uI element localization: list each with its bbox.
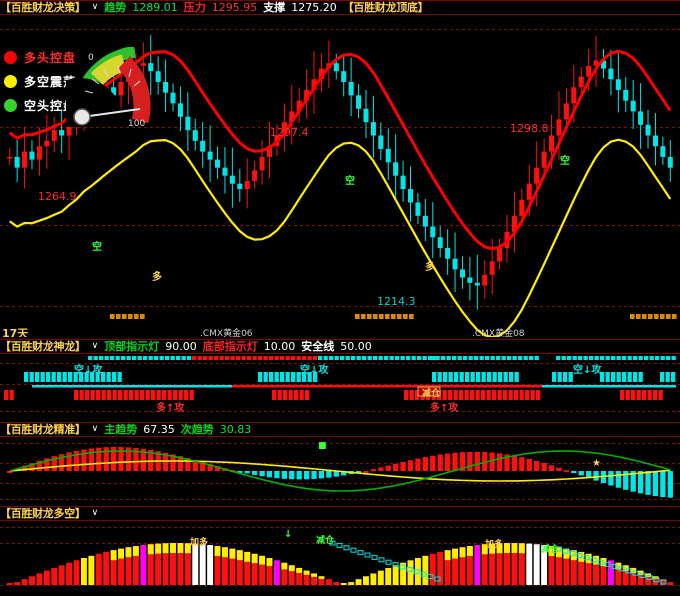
panel1-value-resistance: 1295.95: [211, 1, 258, 14]
panel2-mark-short-attack-1: 空↓攻: [74, 365, 103, 376]
days-counter-label: 17天: [2, 327, 29, 337]
symbol-label-cmx06: .CMX黄金06: [200, 329, 253, 337]
panel1-label-resistance: 压力: [183, 1, 206, 14]
panel2-value-bottom-light: 10.00: [263, 340, 296, 353]
panel1-title-secondary[interactable]: 【百胜财龙顶底】: [343, 1, 429, 14]
panel3-mark-green-box: ■: [318, 441, 327, 451]
panel1-label-trend: 趋势: [104, 1, 127, 14]
panel4-title[interactable]: 【百胜财龙多空】: [0, 507, 86, 520]
price-label-1298: 1298.8: [510, 122, 549, 135]
symbol-label-cmx08: .CMX黄金08: [472, 329, 525, 337]
panel2-chevron-down-icon[interactable]: ∨: [92, 340, 99, 353]
gauge-dial: 0 100: [66, 47, 151, 127]
panel2-header-bar[interactable]: 【百胜财龙神龙】 ∨ 顶部指示灯 90.00 底部指示灯 10.00 安全线 5…: [0, 339, 680, 354]
legend-dot-green-icon: [4, 98, 17, 112]
panel1-chevron-down-icon[interactable]: ∨: [92, 1, 99, 14]
panel3-mark-star: ★: [592, 458, 601, 469]
panel4-mark-arrow-down-icon: ↓: [284, 529, 293, 540]
panel3-canvas: [0, 437, 680, 505]
legend-dot-red-icon: [4, 50, 17, 64]
panel2-value-top-light: 90.00: [165, 340, 197, 353]
panel2-label-safe-line: 安全线: [301, 340, 335, 353]
panel4-mark-reduce-1: 减仓: [316, 536, 335, 546]
panel4-canvas: [0, 521, 680, 596]
panel2-mark-reduce: 减仓: [422, 389, 441, 399]
price-label-1214: 1214.3: [377, 295, 416, 308]
panel4-header-bar[interactable]: 【百胜财龙多空】 ∨: [0, 506, 680, 521]
legend-dot-yellow-icon: [4, 74, 17, 88]
price-label-1297: 1297.4: [270, 126, 309, 139]
panel3-label-sub-trend: 次趋势: [180, 423, 214, 436]
panel3-title[interactable]: 【百胜财龙精准】: [0, 423, 86, 436]
panel-longshort-indicator[interactable]: 加多 ↓ 减仓 加多 减仓: [0, 521, 680, 596]
panel2-title[interactable]: 【百胜财龙神龙】: [0, 340, 86, 353]
panel-decision-chart[interactable]: 多头控盘 多空震荡 空头控盘 0 100 1264.9 1297.4 1298.…: [0, 15, 680, 337]
panel1-label-support: 支撑: [263, 1, 286, 14]
panel4-chevron-down-icon[interactable]: ∨: [92, 507, 99, 520]
panel4-mark-add-long-2: 加多: [485, 540, 504, 550]
panel2-mark-short-attack-2: 空↓攻: [300, 365, 329, 376]
panel2-label-top-light: 顶部指示灯: [104, 340, 160, 353]
panel-shenlong-indicator[interactable]: 空↓攻 空↓攻 空↓攻 多↑攻 多↑攻 减仓: [0, 354, 680, 420]
panel3-header-bar[interactable]: 【百胜财龙精准】 ∨ 主趋势 67.35 次趋势 30.83: [0, 422, 680, 437]
panel4-mark-add-long-1: 加多: [190, 538, 209, 548]
mark-short-3: 空: [560, 156, 570, 167]
mark-short-1: 空: [92, 242, 102, 253]
mark-long-2: 多: [425, 262, 435, 273]
price-label-1264: 1264.9: [38, 190, 77, 203]
panel3-value-main-trend: 67.35: [143, 423, 175, 436]
panel2-value-safe-line: 50.00: [340, 340, 372, 353]
mark-long-1: 多: [152, 272, 162, 283]
panel3-value-sub-trend: 30.83: [219, 423, 252, 436]
gauge-max-label: 100: [128, 119, 145, 127]
panel1-value-support: 1275.20: [291, 1, 337, 14]
panel4-mark-reduce-2: 减仓: [541, 545, 560, 555]
panel2-mark-short-attack-3: 空↓攻: [573, 365, 602, 376]
mark-short-2: 空: [345, 176, 355, 187]
panel1-title[interactable]: 【百胜财龙决策】: [0, 1, 86, 14]
panel3-chevron-down-icon[interactable]: ∨: [92, 423, 99, 436]
panel1-value-trend: 1289.01: [132, 1, 178, 14]
gauge-min-label: 0: [88, 53, 94, 63]
panel3-label-main-trend: 主趋势: [104, 423, 138, 436]
panel2-mark-long-attack-2: 多↑攻: [430, 403, 459, 414]
panel1-header-bar[interactable]: 【百胜财龙决策】 ∨ 趋势 1289.01 压力 1295.95 支撑 1275…: [0, 0, 680, 15]
panel-precision-indicator[interactable]: ■ ★: [0, 437, 680, 505]
panel2-mark-long-attack-1: 多↑攻: [156, 403, 185, 414]
trading-app-window: 【百胜财龙决策】 ∨ 趋势 1289.01 压力 1295.95 支撑 1275…: [0, 0, 680, 596]
panel2-label-bottom-light: 底部指示灯: [202, 340, 258, 353]
market-control-gauge: 多头控盘 多空震荡 空头控盘 0 100: [4, 45, 162, 127]
